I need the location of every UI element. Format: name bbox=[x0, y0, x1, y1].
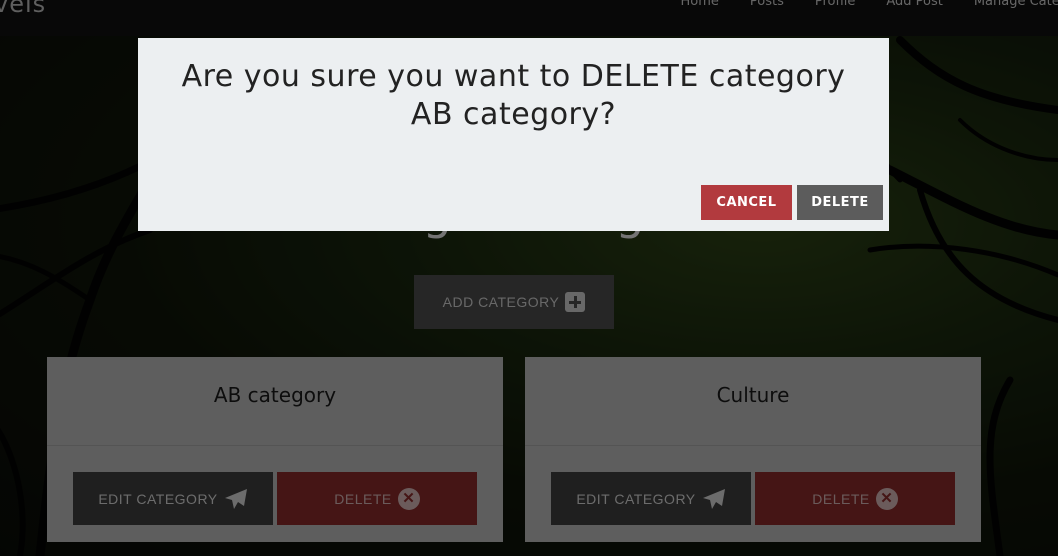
modal-message: Are you sure you want to DELETE category… bbox=[181, 59, 846, 132]
confirm-delete-button[interactable]: DELETE bbox=[797, 185, 883, 220]
cancel-button[interactable]: CANCEL bbox=[701, 185, 792, 220]
confirm-delete-modal: Are you sure you want to DELETE category… bbox=[138, 38, 889, 231]
